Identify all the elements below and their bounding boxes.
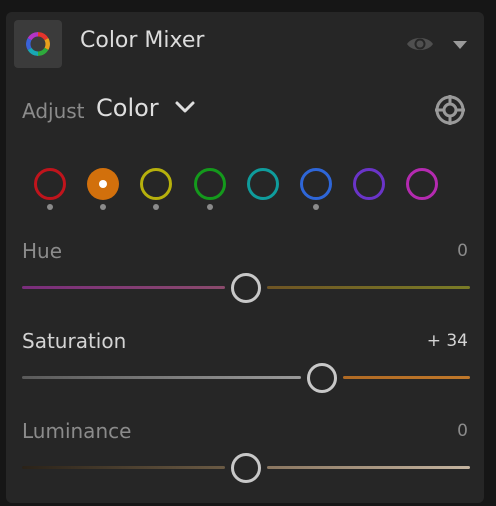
saturation-track-right — [343, 376, 470, 379]
saturation-slider[interactable] — [22, 363, 470, 393]
swatch-red[interactable] — [33, 167, 67, 201]
saturation-slider-thumb[interactable] — [307, 363, 337, 393]
luminance-label: Luminance — [22, 419, 132, 443]
panel-title: Color Mixer — [80, 28, 205, 53]
color-wheel-icon[interactable] — [14, 20, 62, 68]
hue-track-right — [267, 286, 470, 289]
eye-icon[interactable] — [404, 32, 436, 56]
edit-indicator-dot — [313, 204, 319, 210]
edit-indicator-dot — [47, 204, 53, 210]
swatch-green[interactable] — [193, 167, 227, 201]
saturation-value: + 34 — [426, 331, 468, 351]
adjust-selected-value: Color — [96, 94, 159, 122]
hue-track-left — [22, 286, 225, 289]
luminance-slider-thumb[interactable] — [231, 453, 261, 483]
hue-slider[interactable] — [22, 273, 470, 303]
adjust-dropdown[interactable]: Color — [96, 94, 196, 124]
edit-indicator-dot — [153, 204, 159, 210]
saturation-track-left — [22, 376, 301, 379]
panel-header[interactable]: Color Mixer — [6, 12, 484, 78]
swatch-orange[interactable] — [86, 167, 120, 201]
swatch-yellow[interactable] — [139, 167, 173, 201]
edit-indicator-dot — [207, 204, 213, 210]
triangle-down-icon[interactable] — [450, 36, 470, 54]
luminance-track-right — [267, 466, 470, 469]
swatch-blue[interactable] — [299, 167, 333, 201]
chevron-down-icon — [174, 99, 196, 118]
saturation-label: Saturation — [22, 329, 127, 353]
hue-value: 0 — [457, 241, 468, 261]
hue-label: Hue — [22, 239, 63, 263]
luminance-value: 0 — [457, 421, 468, 441]
edit-indicator-dot — [100, 204, 106, 210]
adjust-label: Adjust — [22, 99, 85, 123]
swatch-purple[interactable] — [352, 167, 386, 201]
targeted-adjustment-icon[interactable] — [434, 94, 466, 126]
swatch-aqua[interactable] — [246, 167, 280, 201]
hue-slider-thumb[interactable] — [231, 273, 261, 303]
swatch-magenta[interactable] — [405, 167, 439, 201]
luminance-slider[interactable] — [22, 453, 470, 483]
color-mixer-panel: Color Mixer Adjust Color Hue 0 Saturatio… — [6, 12, 484, 503]
luminance-track-left — [22, 466, 225, 469]
